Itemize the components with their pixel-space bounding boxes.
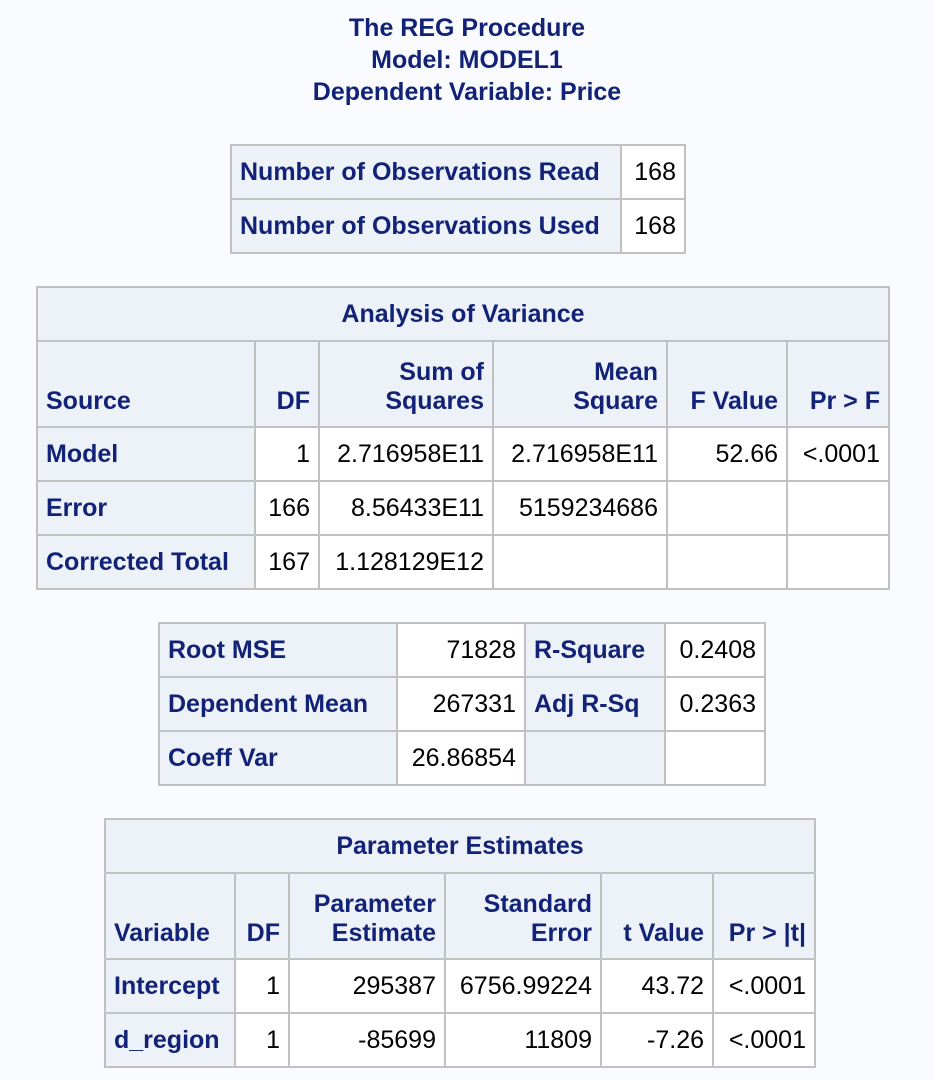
cell-df: 1 <box>234 1012 290 1068</box>
table-row: Number of Observations Read 168 <box>230 144 686 200</box>
cell-ss: 2.716958E11 <box>318 426 494 482</box>
obs-used-value: 168 <box>620 198 686 254</box>
row-source: Model <box>36 426 256 482</box>
obs-read-value: 168 <box>620 144 686 200</box>
fit-label: Adj R-Sq <box>524 676 666 732</box>
table-row: Intercept 1 295387 6756.99224 43.72 <.00… <box>104 958 816 1014</box>
obs-read-label: Number of Observations Read <box>230 144 622 200</box>
anova-title: Analysis of Variance <box>36 286 890 342</box>
cell-p-value: <.0001 <box>712 1012 816 1068</box>
fit-label: R-Square <box>524 622 666 678</box>
report-titles: The REG Procedure Model: MODEL1 Dependen… <box>0 12 934 108</box>
cell-estimate: 295387 <box>288 958 446 1014</box>
col-mean-square: Mean Square <box>492 340 668 428</box>
fit-label: Dependent Mean <box>158 676 398 732</box>
fit-value: 71828 <box>396 622 526 678</box>
col-variable: Variable <box>104 872 236 960</box>
cell-p: <.0001 <box>786 426 890 482</box>
fit-label <box>524 730 666 786</box>
cell-df: 1 <box>234 958 290 1014</box>
table-header-row: Source DF Sum of Squares Mean Square F V… <box>36 340 890 428</box>
col-standard-error: Standard Error <box>444 872 602 960</box>
col-parameter-estimate-line1: Parameter <box>313 890 436 918</box>
table-row: Model 1 2.716958E11 2.716958E11 52.66 <.… <box>36 426 890 482</box>
col-pr-f: Pr > F <box>786 340 890 428</box>
cell-t-value: 43.72 <box>600 958 714 1014</box>
col-df: DF <box>254 340 320 428</box>
table-row: Analysis of Variance <box>36 286 890 342</box>
cell-df: 166 <box>254 480 320 536</box>
col-source: Source <box>36 340 256 428</box>
fit-value <box>664 730 766 786</box>
col-sum-of-squares-line1: Sum of <box>399 358 484 386</box>
fit-label: Root MSE <box>158 622 398 678</box>
row-variable: Intercept <box>104 958 236 1014</box>
col-standard-error-line1: Standard <box>483 890 592 918</box>
col-f-value: F Value <box>666 340 788 428</box>
table-row: Coeff Var 26.86854 <box>158 730 766 786</box>
col-sum-of-squares-line2: Squares <box>385 387 484 415</box>
model-title: Model: MODEL1 <box>371 46 563 74</box>
cell-ms: 2.716958E11 <box>492 426 668 482</box>
cell-f <box>666 480 788 536</box>
col-t-value: t Value <box>600 872 714 960</box>
parameter-estimates-table: Parameter Estimates Variable DF Paramete… <box>104 818 816 1068</box>
col-parameter-estimate: Parameter Estimate <box>288 872 446 960</box>
cell-ss: 8.56433E11 <box>318 480 494 536</box>
cell-ms: 5159234686 <box>492 480 668 536</box>
table-row: Error 166 8.56433E11 5159234686 <box>36 480 890 536</box>
col-df: DF <box>234 872 290 960</box>
cell-f: 52.66 <box>666 426 788 482</box>
row-source: Corrected Total <box>36 534 256 590</box>
cell-standard-error: 11809 <box>444 1012 602 1068</box>
row-source: Error <box>36 480 256 536</box>
fit-value: 267331 <box>396 676 526 732</box>
col-pr-t: Pr > |t| <box>712 872 816 960</box>
col-mean-square-line2: Square <box>573 387 658 415</box>
row-variable: d_region <box>104 1012 236 1068</box>
table-header-row: Variable DF Parameter Estimate Standard … <box>104 872 816 960</box>
observations-table: Number of Observations Read 168 Number o… <box>230 144 686 254</box>
fit-statistics-table: Root MSE 71828 R-Square 0.2408 Dependent… <box>158 622 766 786</box>
cell-ss: 1.128129E12 <box>318 534 494 590</box>
cell-p-value: <.0001 <box>712 958 816 1014</box>
cell-standard-error: 6756.99224 <box>444 958 602 1014</box>
col-mean-square-line1: Mean <box>594 358 658 386</box>
cell-t-value: -7.26 <box>600 1012 714 1068</box>
cell-df: 1 <box>254 426 320 482</box>
col-parameter-estimate-line2: Estimate <box>331 919 436 947</box>
table-row: Number of Observations Used 168 <box>230 198 686 254</box>
cell-p <box>786 534 890 590</box>
cell-f <box>666 534 788 590</box>
obs-used-label: Number of Observations Used <box>230 198 622 254</box>
cell-ms <box>492 534 668 590</box>
table-row: Root MSE 71828 R-Square 0.2408 <box>158 622 766 678</box>
cell-p <box>786 480 890 536</box>
dependent-variable-title: Dependent Variable: Price <box>312 78 622 106</box>
procedure-title: The REG Procedure <box>348 14 586 42</box>
table-row: Dependent Mean 267331 Adj R-Sq 0.2363 <box>158 676 766 732</box>
fit-value: 0.2408 <box>664 622 766 678</box>
fit-label: Coeff Var <box>158 730 398 786</box>
fit-value: 26.86854 <box>396 730 526 786</box>
cell-estimate: -85699 <box>288 1012 446 1068</box>
cell-df: 167 <box>254 534 320 590</box>
fit-value: 0.2363 <box>664 676 766 732</box>
anova-table: Analysis of Variance Source DF Sum of Sq… <box>36 286 890 590</box>
col-sum-of-squares: Sum of Squares <box>318 340 494 428</box>
table-row: d_region 1 -85699 11809 -7.26 <.0001 <box>104 1012 816 1068</box>
table-row: Corrected Total 167 1.128129E12 <box>36 534 890 590</box>
col-standard-error-line2: Error <box>530 919 592 947</box>
params-title: Parameter Estimates <box>104 818 816 874</box>
table-row: Parameter Estimates <box>104 818 816 874</box>
